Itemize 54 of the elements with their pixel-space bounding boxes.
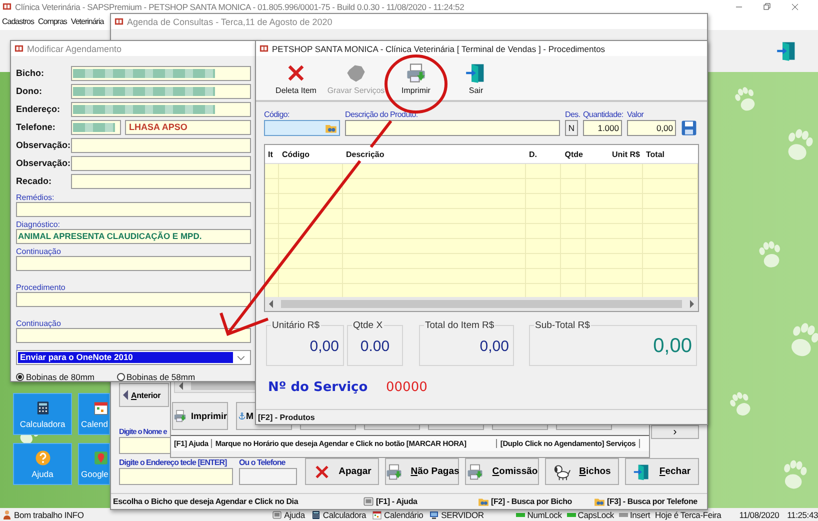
column-header: Qtde (564, 150, 584, 158)
window-title: PETSHOP SANTA MONICA - Clínica Veterinária [ Terminal de Vendas ] - Procedimentos (272, 44, 606, 54)
field-label: Código: (264, 110, 290, 119)
field-label: Recado: (16, 176, 53, 186)
field-label: Descrição do Produto: (345, 110, 419, 119)
field-label: Remédios: (16, 193, 56, 202)
field-label: Des. (565, 110, 578, 119)
total-value: 0,00 (480, 338, 509, 354)
status-text: [F2] - Busca por Bicho (491, 497, 572, 506)
panel-label: Sub-Total R$ (534, 320, 591, 331)
column-header: D. (528, 150, 538, 158)
field-label: Procedimento (16, 283, 66, 292)
window-title: Modificar Agendamento (27, 44, 122, 54)
field-label: Observação: (16, 140, 71, 150)
indicator-label: CapsLock (578, 510, 614, 520)
total-value: 0,00 (653, 334, 692, 358)
panel-label: Qtde X (352, 320, 384, 331)
indicator-label: NumLock (527, 510, 562, 520)
field-label: Quantidade: (583, 110, 622, 119)
status-text: [F2] - Produtos (256, 409, 707, 424)
column-header: It (267, 150, 274, 158)
status-text: Hoje é Terca-Feira (655, 510, 722, 520)
column-header: Total (645, 150, 666, 158)
panel-label: Total do Item R$ (424, 320, 496, 331)
column-header: Unit R$ (611, 150, 641, 158)
panel-label: Unitário R$ (271, 320, 321, 331)
field-label: Digite o Endereço tecle [ENTER] (119, 458, 228, 468)
radio-label: Bobinas de 58mm (126, 372, 196, 382)
status-date: 11/08/2020 (739, 510, 780, 520)
window-title: Clínica Veterinária - SAPSPremium - PETSHOP SANTA MONICA - 01.805.996/0001-75 - Build 0.0.30 - 11/08/2020 - 11:24:52 (15, 2, 464, 12)
status-text: Escolha o Bicho que deseja Agendar e Click no Dia (112, 497, 300, 506)
field-label: Bicho: (16, 68, 45, 78)
field-label: Continuação (16, 247, 62, 256)
column-header: Código (281, 150, 311, 158)
indicator-label: Insert (630, 510, 650, 520)
total-value: 0.00 (360, 338, 390, 354)
field-label: Diagnóstico: (16, 220, 62, 229)
field-label: Dono: (16, 86, 43, 96)
field-label: Observação: (16, 158, 71, 168)
field-label: Continuação (16, 319, 62, 328)
status-time: 11:25:43 (787, 510, 818, 520)
field-label: Ou o Telefone (239, 458, 286, 468)
status-text: [F1] - Ajuda (376, 497, 418, 506)
field-label: Endereço: (16, 104, 62, 114)
field-label: Telefone: (16, 122, 56, 132)
status-text: [F3] - Busca por Telefone (607, 497, 698, 506)
service-label: Nº do Serviço (268, 380, 369, 394)
window-title: Agenda de Consultas - Terca,11 de Agosto de 2020 (127, 16, 332, 26)
column-header: Descrição (345, 150, 386, 158)
radio-label: Bobinas de 80mm (26, 372, 95, 382)
status-text: Bom trabalho INFO (14, 510, 84, 520)
service-number: 00000 (386, 380, 428, 394)
total-value: 0,00 (310, 338, 339, 354)
field-label: Valor (627, 110, 645, 119)
